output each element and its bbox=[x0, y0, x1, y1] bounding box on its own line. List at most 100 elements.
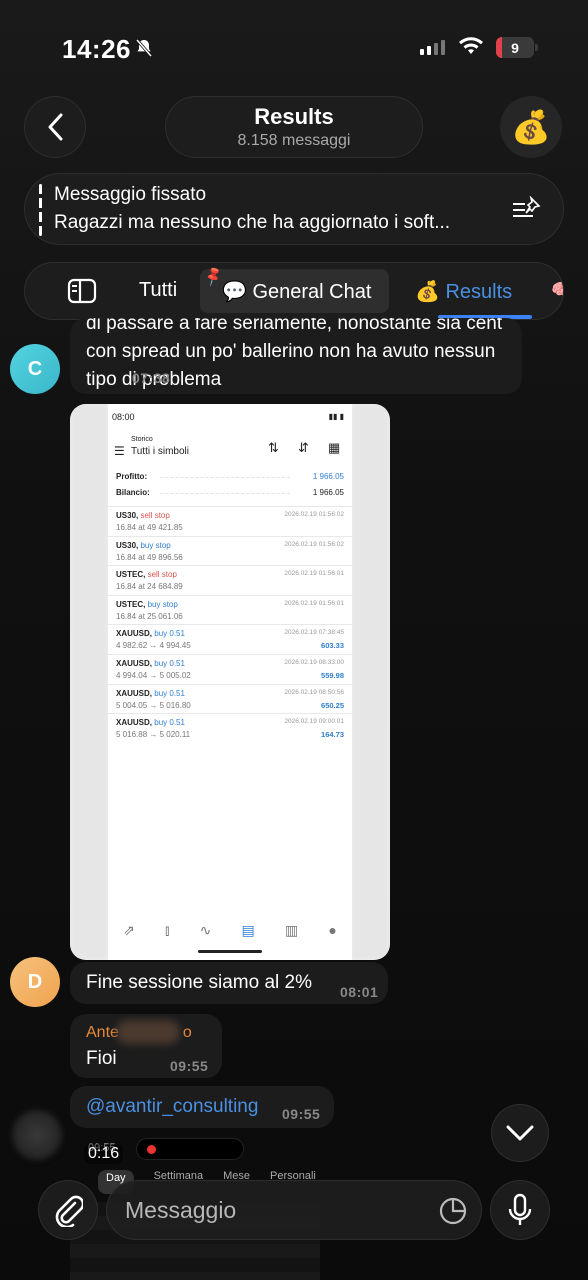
news-icon: ▥ bbox=[284, 922, 299, 938]
topic-tabs: Tutti 💬 General Chat 💰 Results 🧠 bbox=[24, 262, 564, 320]
pinned-indicator-bar bbox=[39, 184, 42, 236]
message-time: 07:38 bbox=[132, 370, 171, 386]
battery-percent: 9 bbox=[511, 39, 519, 56]
trade-detail: 16.84 at 25 061.06 bbox=[116, 611, 183, 621]
trade-detail: 5 004.05 → 5 016.80 bbox=[116, 700, 191, 710]
author-name-end: o bbox=[182, 1024, 192, 1041]
screenshot-status-time: 08:00 bbox=[112, 412, 135, 422]
trade-icon: ⇗ bbox=[123, 922, 135, 938]
trade-profit: 650.25 bbox=[321, 700, 344, 710]
sort-icon: ⇵ bbox=[298, 440, 309, 455]
chevron-down-icon bbox=[506, 1125, 534, 1141]
chat-title-pill[interactable]: Results 8.158 messaggi bbox=[165, 96, 423, 158]
pinned-list-icon[interactable] bbox=[511, 196, 543, 224]
trade-type: buy 0.51 bbox=[154, 629, 185, 639]
trade-type: sell stop bbox=[140, 511, 170, 520]
status-time: 14:26 bbox=[62, 34, 131, 64]
balance-label: Bilancio: bbox=[116, 488, 150, 497]
trade-row: XAUUSD, buy 0.51 4 994.04 → 5 005.02 2026.… bbox=[108, 654, 352, 684]
trade-symbol: US30, sell stop bbox=[116, 511, 170, 520]
row-divider bbox=[160, 493, 290, 494]
brain-icon[interactable]: 🧠 bbox=[551, 280, 563, 301]
image-blur-left bbox=[70, 404, 108, 960]
avatar[interactable]: C bbox=[10, 344, 60, 394]
microphone-icon bbox=[508, 1193, 532, 1225]
trade-type: buy 0.51 bbox=[154, 718, 185, 728]
currency-sort-icon: ⇅ bbox=[268, 440, 279, 455]
trade-row: XAUUSD, buy 0.51 4 982.62 → 4 994.45 2026.… bbox=[108, 624, 352, 654]
trade-type: sell stop bbox=[147, 570, 177, 580]
trade-detail: 4 994.04 → 5 005.02 bbox=[116, 671, 191, 680]
status-bar: 14:26 9 bbox=[0, 0, 588, 90]
trade-date: 2026.02.19 01:56:02 bbox=[284, 540, 344, 548]
trade-date: 2026.02.19 09:00:01 bbox=[284, 718, 344, 726]
author-name-start: Ante bbox=[86, 1024, 119, 1041]
pinned-label: Messaggio fissato bbox=[54, 184, 207, 205]
trade-row: US30, sell stop 16.84 at 49 421.85 2026.02… bbox=[108, 506, 352, 536]
money-bag-icon: 💰 bbox=[511, 109, 551, 145]
trade-profit: 164.73 bbox=[321, 730, 344, 740]
cellular-signal-icon bbox=[420, 40, 445, 55]
trade-symbol: XAUUSD, buy 0.51 bbox=[116, 718, 185, 728]
home-indicator bbox=[198, 950, 262, 953]
shared-image[interactable]: 08:00 ▮▮ ▮ ☰ Storico Tutti i simboli ⇅ ⇵… bbox=[70, 404, 390, 960]
trade-detail: 4 982.62 → 4 994.45 bbox=[116, 641, 191, 651]
message-bubble[interactable]: di passare a fare seriamente, nonostante… bbox=[70, 318, 522, 394]
trade-detail: 5 016.88 → 5 020.11 bbox=[116, 730, 191, 740]
message-bubble[interactable]: @avantir_consulting 09:55 bbox=[70, 1086, 334, 1128]
battery-indicator: 9 bbox=[496, 37, 538, 58]
screenshot-title-small: Storico bbox=[131, 436, 153, 443]
trade-type: buy 0.51 bbox=[154, 659, 185, 668]
history-icon: ▤ bbox=[241, 922, 255, 938]
trade-detail: 16.84 at 49 421.85 bbox=[116, 523, 183, 532]
chat-icon: ● bbox=[328, 922, 337, 938]
trade-symbol: XAUUSD, buy 0.51 bbox=[116, 629, 185, 639]
trade-profit: 559.98 bbox=[321, 671, 344, 680]
wifi-icon bbox=[459, 37, 483, 54]
message-bubble[interactable]: Fine sessione siamo al 2% 08:01 bbox=[70, 962, 388, 1004]
avatar[interactable] bbox=[12, 1110, 62, 1160]
trade-row: XAUUSD, buy 0.51 5 016.88 → 5 020.11 2026.… bbox=[108, 713, 352, 743]
balance-value: 1 966.05 bbox=[312, 488, 344, 497]
trade-date: 2026.02.19 01:56:01 bbox=[284, 599, 344, 607]
attach-button[interactable] bbox=[38, 1180, 98, 1240]
battery-level-fill bbox=[496, 37, 502, 58]
chevron-left-icon bbox=[48, 113, 63, 141]
mention-link[interactable]: @avantir_consulting bbox=[86, 1096, 258, 1118]
voice-message-button[interactable] bbox=[490, 1180, 550, 1240]
scroll-down-button[interactable] bbox=[491, 1104, 549, 1162]
author-name-redaction bbox=[116, 1020, 180, 1044]
avatar[interactable]: D bbox=[10, 957, 60, 1007]
trade-symbol: USTEC, buy stop bbox=[116, 599, 178, 609]
trade-type: buy stop bbox=[147, 599, 178, 609]
message-time: 08:01 bbox=[340, 984, 379, 1000]
chat-title: Results bbox=[254, 104, 334, 129]
trade-date: 2026.02.19 01:56:01 bbox=[284, 570, 344, 578]
tab-general-chat[interactable]: 💬 General Chat bbox=[200, 269, 390, 313]
group-avatar[interactable]: 💰 bbox=[500, 96, 562, 158]
profit-label: Profitto: bbox=[116, 472, 148, 481]
trade-row: US30, buy stop 16.84 at 49 896.56 2026.02.… bbox=[108, 535, 352, 566]
line-chart-icon: ∿ bbox=[199, 922, 212, 938]
pinned-message-banner[interactable]: Messaggio fissato Ragazzi ma nessuno che… bbox=[24, 173, 564, 245]
trade-detail: 16.84 at 24 684.89 bbox=[116, 582, 183, 592]
sticker-icon[interactable] bbox=[439, 1197, 467, 1225]
trade-symbol: USTEC, sell stop bbox=[116, 570, 177, 580]
trade-detail: 16.84 at 49 896.56 bbox=[116, 552, 183, 562]
trade-date: 2026.02.19 08:50:56 bbox=[284, 688, 344, 696]
screenshot-bottom-nav: ⇗ ⫾ ∿ ▤ ▥ ● bbox=[108, 914, 352, 960]
message-input[interactable]: Messaggio bbox=[106, 1180, 482, 1240]
trading-history-screenshot: 08:00 ▮▮ ▮ ☰ Storico Tutti i simboli ⇅ ⇵… bbox=[108, 404, 352, 960]
message-bubble[interactable]: Ante o Fioi 09:55 bbox=[70, 1014, 222, 1078]
message-input-placeholder: Messaggio bbox=[125, 1197, 237, 1223]
message-text: Fioi bbox=[86, 1048, 117, 1069]
sidebar-toggle-icon[interactable] bbox=[67, 278, 97, 304]
tab-tutti[interactable]: Tutti bbox=[139, 279, 177, 302]
paperclip-icon bbox=[55, 1195, 83, 1227]
screenshot-status-icons: ▮▮ ▮ bbox=[328, 412, 344, 421]
message-time: 09:55 bbox=[282, 1106, 321, 1122]
silent-bell-icon bbox=[135, 39, 153, 57]
trade-date: 2026.02.19 08:33:00 bbox=[284, 659, 344, 666]
back-button[interactable] bbox=[24, 96, 86, 158]
tab-results[interactable]: 💰 Results bbox=[415, 279, 512, 304]
